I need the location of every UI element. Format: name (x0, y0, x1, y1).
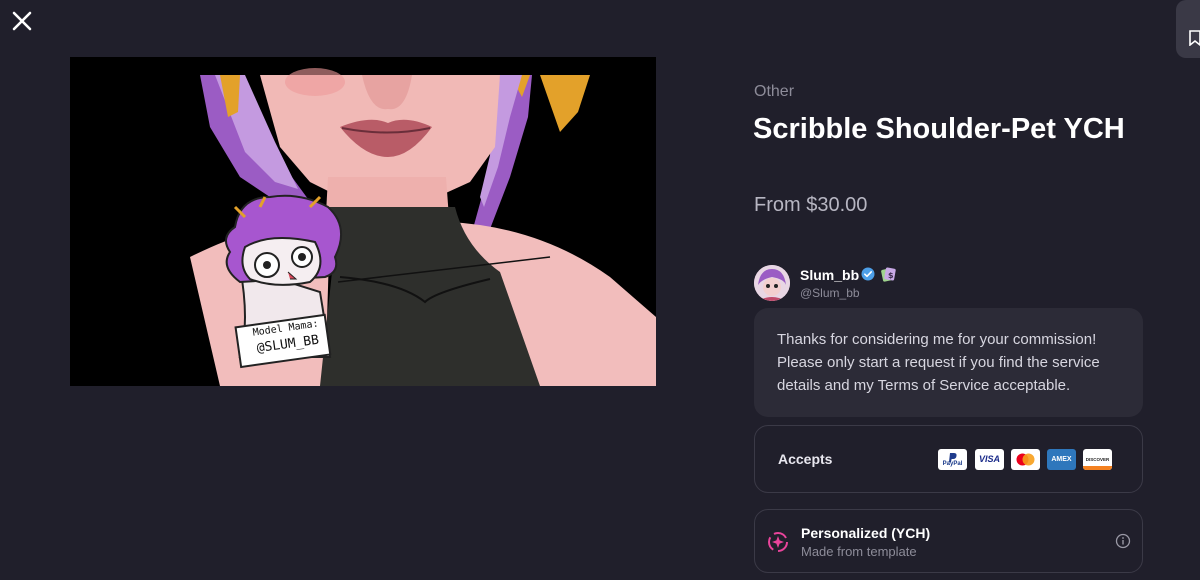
paypal-card-icon: PayPal (938, 449, 967, 470)
amex-label: AMEX (1051, 456, 1072, 463)
sparkle-swirl-icon (768, 532, 788, 552)
artwork-image (70, 57, 656, 386)
side-panel-tab[interactable] (1176, 0, 1200, 58)
commission-type-subtitle: Made from template (801, 544, 917, 559)
visa-label: VISA (978, 454, 1000, 464)
listing-price: From $30.00 (754, 194, 868, 216)
accepts-label: Accepts (778, 451, 833, 467)
verified-check-icon (861, 267, 875, 281)
commission-type-option[interactable]: Personalized (YCH) Made from template (754, 509, 1143, 573)
seller-profile[interactable]: Slum_bb $ @Slum_bb (754, 265, 1054, 301)
listing-title: Scribble Shoulder-Pet YCH (753, 113, 1125, 145)
commission-type-name: Personalized (YCH) (801, 525, 931, 541)
payment-methods-panel: Accepts PayPal VISA AMEX DISCOVER (754, 425, 1143, 493)
paypal-label: PayPal (942, 461, 963, 467)
avatar-image (754, 265, 790, 301)
seller-message: Thanks for considering me for your commi… (754, 308, 1143, 417)
bookmark-icon (1189, 30, 1200, 46)
info-icon[interactable] (1115, 533, 1131, 549)
amex-card-icon: AMEX (1047, 449, 1076, 470)
listing-modal: Model Mama: @SLUM_BB Other Scribble Shou… (0, 0, 1200, 580)
money-badge-icon: $ (881, 267, 896, 282)
svg-text:$: $ (888, 271, 894, 280)
listing-category: Other (754, 83, 795, 100)
close-icon (12, 11, 32, 31)
seller-name[interactable]: Slum_bb (800, 267, 859, 283)
discover-card-icon: DISCOVER (1083, 449, 1112, 470)
avatar[interactable] (754, 265, 790, 301)
seller-handle: @Slum_bb (800, 286, 860, 300)
artwork-preview[interactable]: Model Mama: @SLUM_BB (70, 57, 656, 386)
close-button[interactable] (9, 8, 35, 34)
visa-card-icon: VISA (975, 449, 1004, 470)
mastercard-card-icon (1011, 449, 1040, 470)
